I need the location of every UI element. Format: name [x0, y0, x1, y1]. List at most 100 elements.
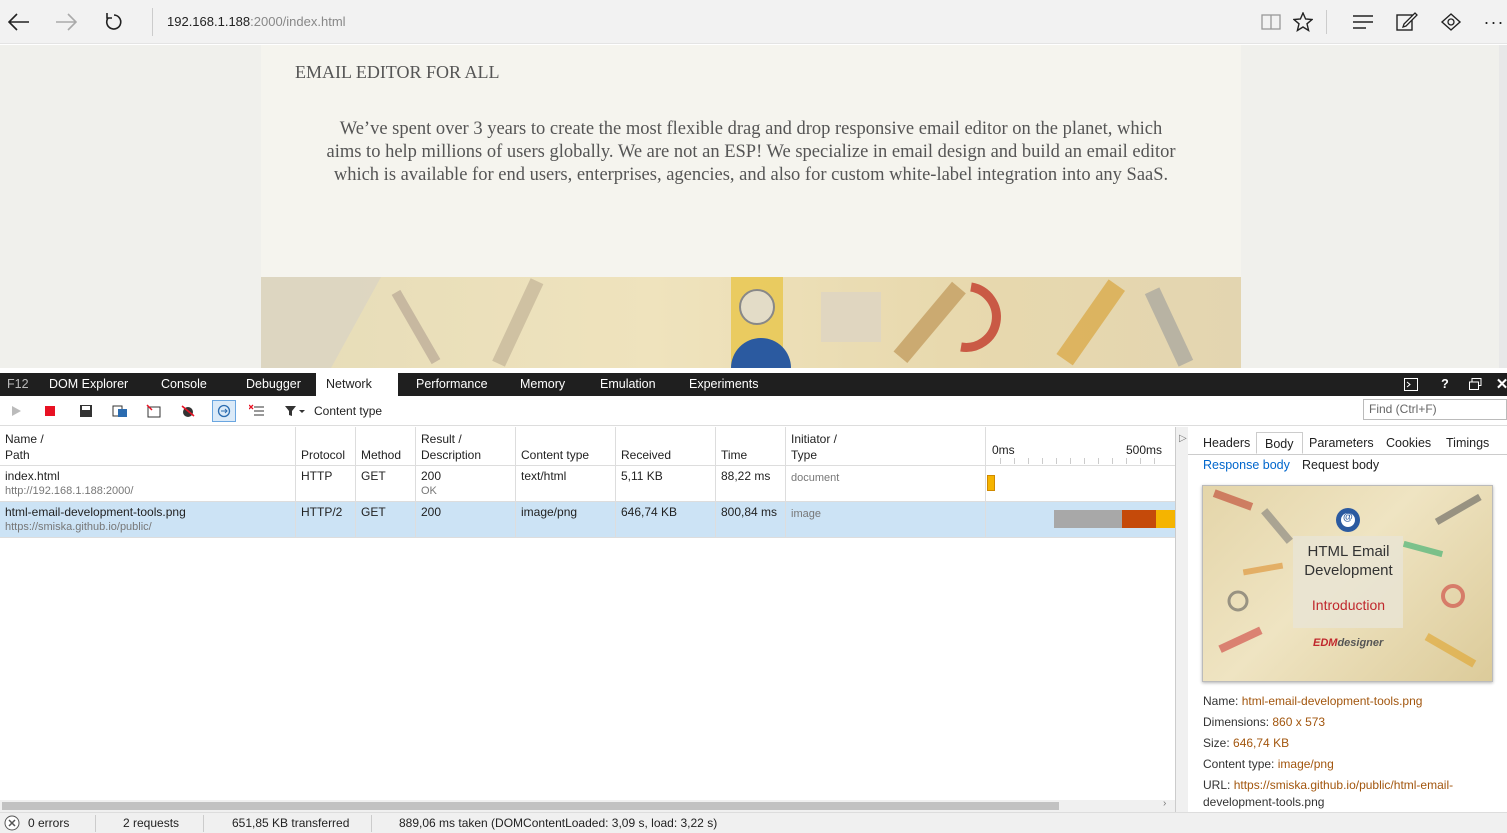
table-row[interactable]: index.html http://192.168.1.188:2000/ HTT…	[0, 466, 1175, 502]
console-toggle-icon[interactable]	[1402, 373, 1420, 396]
tab-body[interactable]: Body	[1256, 432, 1303, 454]
cell-method: GET	[356, 466, 416, 502]
status-errors[interactable]: 0 errors	[28, 813, 69, 833]
logo-edm: EDM	[1313, 637, 1338, 649]
close-devtools-icon[interactable]: ✕	[1493, 373, 1507, 396]
subtab-request-body[interactable]: Request body	[1302, 458, 1379, 472]
header-time[interactable]: Time	[716, 427, 786, 466]
header-initiator[interactable]: Initiator / Type	[786, 427, 986, 466]
filter-label[interactable]: Content type	[314, 404, 382, 418]
table-row[interactable]: html-email-development-tools.png https://…	[0, 502, 1175, 538]
timeline-tick	[1070, 458, 1071, 464]
cell-protocol: HTTP/2	[296, 502, 356, 538]
tab-network[interactable]: Network	[316, 373, 398, 413]
web-note-icon[interactable]	[1393, 8, 1421, 36]
header-timeline[interactable]: 0ms 500ms	[986, 427, 1175, 466]
request-name: index.html	[5, 469, 60, 483]
cell-received: 5,11 KB	[616, 466, 716, 502]
info-url: URL: https://smiska.github.io/public/htm…	[1203, 777, 1453, 794]
timeline-start-label: 0ms	[992, 443, 1015, 457]
save-icon[interactable]	[77, 402, 95, 420]
tab-debugger[interactable]: Debugger	[246, 373, 301, 396]
web-page-viewport: EMAIL EDITOR FOR ALL We’ve spent over 3 …	[0, 45, 1507, 368]
browser-window: 192.168.1.188:2000/index.html ··· EMAIL …	[0, 0, 1507, 833]
network-toolbar: Content type Find (Ctrl+F)	[0, 396, 1507, 426]
waterfall-receive-bar	[1156, 510, 1175, 528]
tab-timings[interactable]: Timings	[1446, 432, 1489, 454]
address-bar[interactable]: 192.168.1.188:2000/index.html	[152, 8, 1242, 36]
collapse-panel-icon[interactable]: ▷	[1179, 433, 1187, 444]
tab-memory[interactable]: Memory	[520, 373, 565, 396]
header-protocol[interactable]: Protocol	[296, 427, 356, 466]
header-method[interactable]: Method	[356, 427, 416, 466]
clear-entries-icon[interactable]	[248, 402, 266, 420]
find-input[interactable]: Find (Ctrl+F)	[1363, 399, 1507, 420]
disable-cache-icon[interactable]	[179, 402, 197, 420]
error-icon	[4, 813, 20, 833]
refresh-icon[interactable]	[100, 8, 128, 36]
favorite-star-icon[interactable]	[1289, 8, 1317, 36]
subtab-response-body[interactable]: Response body	[1203, 458, 1290, 472]
timeline-tick	[1056, 458, 1057, 464]
timeline-tick	[1112, 458, 1113, 464]
header-description-label: Description	[421, 448, 482, 462]
scrollbar-thumb[interactable]	[2, 802, 1059, 810]
clear-cookies-icon[interactable]	[145, 402, 163, 420]
forward-icon[interactable]	[52, 8, 80, 36]
reading-view-icon[interactable]	[1257, 8, 1285, 36]
header-result[interactable]: Result / Description	[416, 427, 516, 466]
timeline-tick	[1098, 458, 1099, 464]
preview-subtitle: Introduction	[1311, 597, 1386, 613]
request-path: http://192.168.1.188:2000/	[5, 485, 134, 497]
grid-horizontal-scrollbar[interactable]: ›	[0, 798, 1175, 812]
cell-method: GET	[356, 502, 416, 538]
help-icon[interactable]: ?	[1436, 373, 1454, 396]
hub-icon[interactable]	[1349, 8, 1377, 36]
scroll-right-icon[interactable]: ›	[1163, 798, 1166, 809]
header-name[interactable]: Name / Path	[0, 427, 296, 466]
undock-icon[interactable]	[1466, 373, 1484, 396]
always-refresh-icon[interactable]	[212, 400, 236, 422]
tab-experiments[interactable]: Experiments	[689, 373, 758, 396]
tab-performance[interactable]: Performance	[416, 373, 488, 396]
header-initiator-label: Initiator /	[791, 432, 838, 446]
info-url-value-1[interactable]: https://smiska.github.io/public/html-ema…	[1234, 778, 1453, 792]
header-received[interactable]: Received	[616, 427, 716, 466]
status-requests: 2 requests	[123, 816, 180, 830]
timeline-500ms-label: 500ms	[1126, 443, 1163, 457]
toolbar-divider	[1326, 10, 1327, 34]
play-icon[interactable]	[7, 402, 25, 420]
cell-time: 800,84 ms	[716, 502, 786, 538]
info-dims-value: 860 x 573	[1272, 715, 1326, 729]
timeline-tick	[1014, 458, 1015, 464]
info-url-value-2[interactable]: development-tools.png	[1203, 794, 1324, 811]
f12-label: F12	[7, 377, 29, 391]
status-separator	[371, 815, 372, 832]
filter-icon[interactable]	[284, 402, 306, 420]
result-code: 200	[421, 505, 442, 519]
timeline-tick	[1140, 458, 1141, 464]
info-size-value: 646,74 KB	[1233, 736, 1290, 750]
page-content: EMAIL EDITOR FOR ALL We’ve spent over 3 …	[261, 45, 1241, 368]
tab-emulation[interactable]: Emulation	[600, 373, 656, 396]
page-scrollbar[interactable]	[1499, 45, 1507, 368]
tab-dom-explorer[interactable]: DOM Explorer	[49, 373, 128, 396]
panel-splitter[interactable]: ▷	[1175, 427, 1188, 812]
cell-time: 88,22 ms	[716, 466, 786, 502]
clear-cache-icon[interactable]	[111, 402, 129, 420]
tab-cookies[interactable]: Cookies	[1386, 432, 1431, 454]
cell-received: 646,74 KB	[616, 502, 716, 538]
cell-result: 200 OK	[416, 466, 516, 502]
tab-headers[interactable]: Headers	[1203, 432, 1250, 454]
tab-parameters[interactable]: Parameters	[1309, 432, 1374, 454]
more-icon[interactable]: ···	[1480, 8, 1507, 36]
back-icon[interactable]	[5, 8, 33, 36]
header-name-label: Name /	[5, 432, 44, 446]
share-icon[interactable]	[1437, 8, 1465, 36]
result-description: OK	[421, 485, 437, 497]
header-content-type[interactable]: Content type	[516, 427, 616, 466]
timeline-tick	[1028, 458, 1029, 464]
header-path-label: Path	[5, 448, 30, 462]
stop-icon[interactable]	[41, 402, 59, 420]
tab-console[interactable]: Console	[161, 373, 207, 396]
